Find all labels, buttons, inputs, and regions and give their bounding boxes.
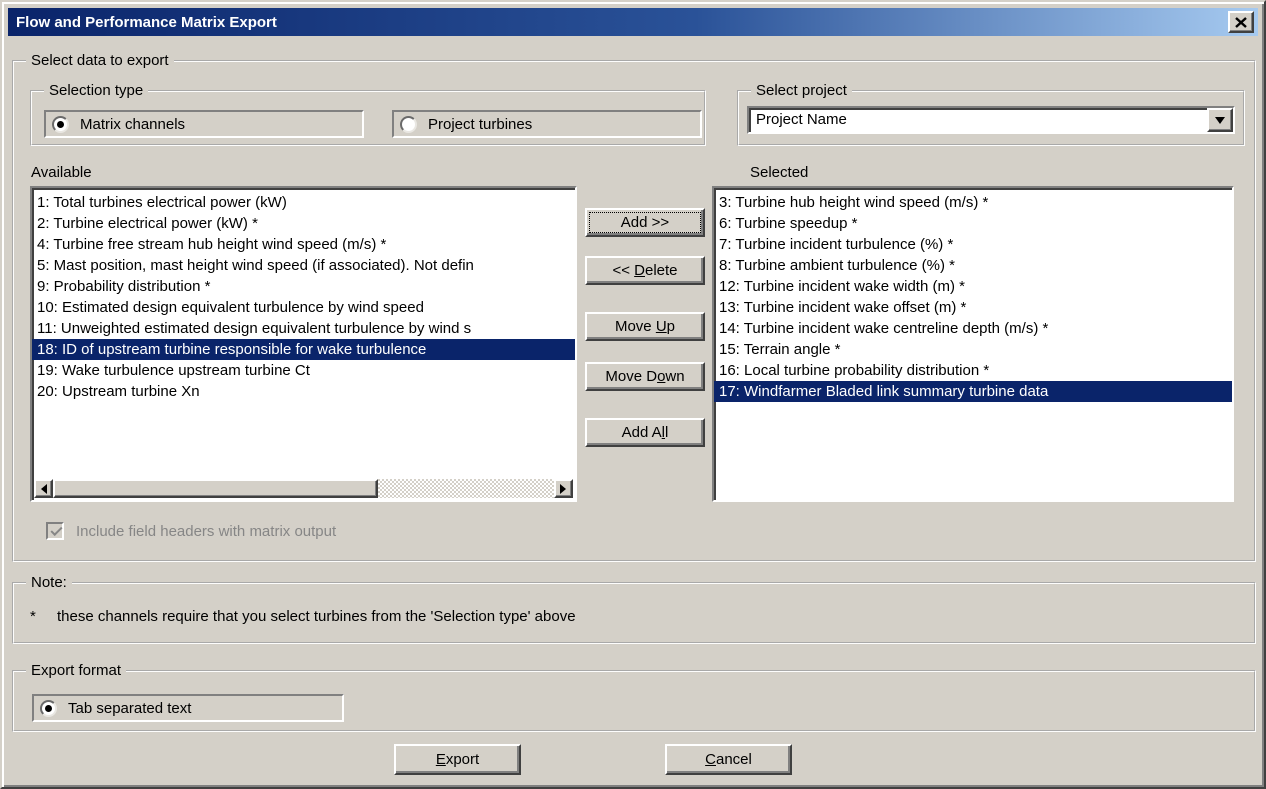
tab-separated-option: Tab separated text — [32, 694, 344, 722]
available-list-label: Available — [31, 164, 92, 181]
list-item[interactable]: 9: Probability distribution * — [32, 276, 575, 297]
group-note-label: Note: — [26, 574, 72, 591]
matrix-channels-option: Matrix channels — [44, 110, 364, 138]
list-item[interactable]: 18: ID of upstream turbine responsible f… — [32, 339, 575, 360]
scroll-right-button[interactable] — [554, 479, 573, 498]
note-text: these channels require that you select t… — [57, 608, 576, 625]
list-item[interactable]: 4: Turbine free stream hub height wind s… — [32, 234, 575, 255]
list-item[interactable]: 20: Upstream turbine Xn — [32, 381, 575, 402]
chevron-down-icon — [1215, 117, 1225, 129]
matrix-channels-radio[interactable] — [52, 116, 69, 133]
selected-list: 3: Turbine hub height wind speed (m/s) *… — [712, 186, 1234, 502]
title-bar[interactable]: Flow and Performance Matrix Export — [8, 8, 1258, 36]
include-headers-checkbox — [46, 522, 64, 540]
list-item[interactable]: 6: Turbine speedup * — [714, 213, 1232, 234]
list-item[interactable]: 10: Estimated design equivalent turbulen… — [32, 297, 575, 318]
tab-separated-radio[interactable] — [40, 700, 57, 717]
list-item[interactable]: 1: Total turbines electrical power (kW) — [32, 192, 575, 213]
project-turbines-radio[interactable] — [400, 116, 417, 133]
move-down-button[interactable]: Move Down — [585, 362, 705, 391]
tab-separated-label: Tab separated text — [68, 700, 191, 717]
include-headers-label: Include field headers with matrix output — [76, 523, 336, 540]
scroll-left-button[interactable] — [34, 479, 53, 498]
group-export-format-label: Export format — [26, 662, 126, 679]
group-select-data-label: Select data to export — [26, 52, 174, 69]
select-project-value: Project Name — [756, 111, 847, 128]
group-selection-type-label: Selection type — [44, 82, 148, 99]
select-project-dropdown-button[interactable] — [1207, 108, 1233, 132]
list-item[interactable]: 19: Wake turbulence upstream turbine Ct — [32, 360, 575, 381]
select-project-combobox[interactable]: Project Name — [747, 106, 1235, 134]
project-turbines-option: Project turbines — [392, 110, 702, 138]
list-item[interactable]: 7: Turbine incident turbulence (%) * — [714, 234, 1232, 255]
window-title: Flow and Performance Matrix Export — [8, 14, 277, 31]
cancel-button[interactable]: Cancel — [665, 744, 792, 775]
add-all-button[interactable]: Add All — [585, 418, 705, 447]
arrow-left-icon — [36, 484, 47, 494]
list-item[interactable]: 8: Turbine ambient turbulence (%) * — [714, 255, 1232, 276]
close-icon — [1235, 17, 1247, 28]
add-button[interactable]: Add >> — [585, 208, 705, 237]
arrow-right-icon — [560, 484, 571, 494]
list-item[interactable]: 5: Mast position, mast height wind speed… — [32, 255, 575, 276]
list-item[interactable]: 13: Turbine incident wake offset (m) * — [714, 297, 1232, 318]
project-turbines-label: Project turbines — [428, 116, 532, 133]
list-item[interactable]: 3: Turbine hub height wind speed (m/s) * — [714, 192, 1232, 213]
list-item[interactable]: 15: Terrain angle * — [714, 339, 1232, 360]
close-button[interactable] — [1228, 11, 1254, 33]
note-asterisk: * — [30, 608, 36, 625]
list-item[interactable]: 14: Turbine incident wake centreline dep… — [714, 318, 1232, 339]
export-button[interactable]: Export — [394, 744, 521, 775]
include-headers-row: Include field headers with matrix output — [46, 522, 336, 540]
list-item[interactable]: 12: Turbine incident wake width (m) * — [714, 276, 1232, 297]
list-item[interactable]: 11: Unweighted estimated design equivale… — [32, 318, 575, 339]
matrix-channels-label: Matrix channels — [80, 116, 185, 133]
export-dialog: Flow and Performance Matrix Export Selec… — [0, 0, 1266, 789]
list-item[interactable]: 2: Turbine electrical power (kW) * — [32, 213, 575, 234]
scrollbar-thumb[interactable] — [53, 479, 378, 498]
selected-list-label: Selected — [750, 164, 808, 181]
list-item[interactable]: 16: Local turbine probability distributi… — [714, 360, 1232, 381]
available-horizontal-scrollbar[interactable] — [34, 479, 573, 498]
list-item[interactable]: 17: Windfarmer Bladed link summary turbi… — [714, 381, 1232, 402]
available-list: 1: Total turbines electrical power (kW)2… — [30, 186, 577, 502]
move-up-button[interactable]: Move Up — [585, 312, 705, 341]
group-select-project-label: Select project — [751, 82, 852, 99]
delete-button[interactable]: << Delete — [585, 256, 705, 285]
